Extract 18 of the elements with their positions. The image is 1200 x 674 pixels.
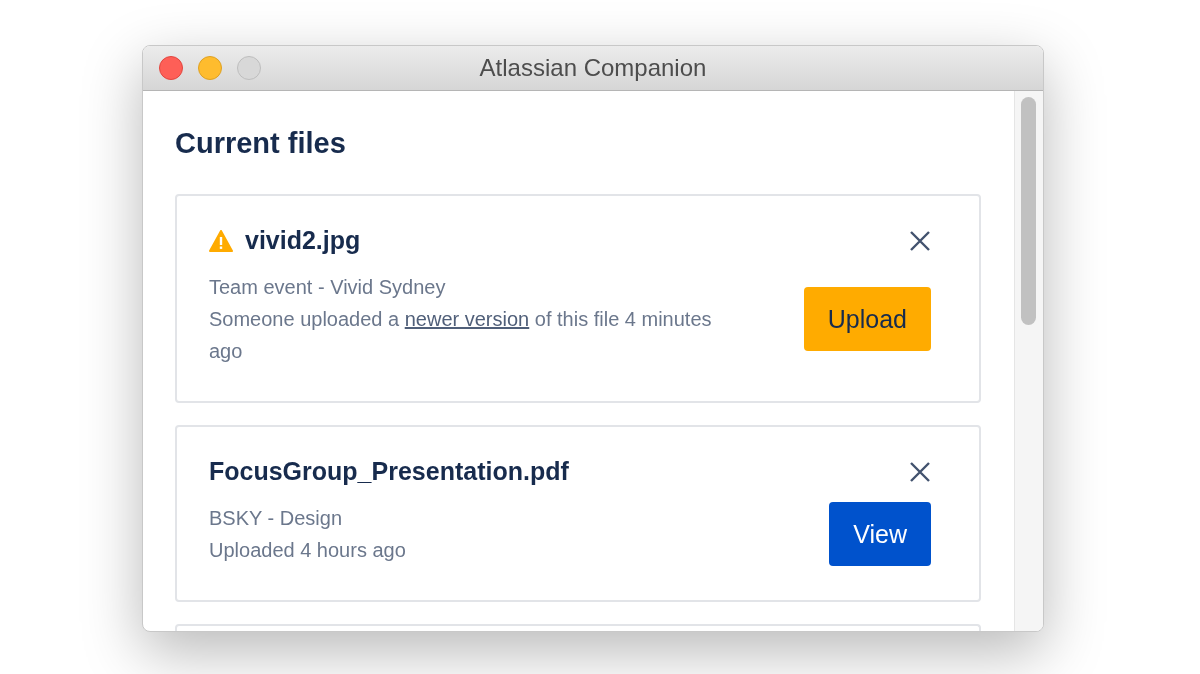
file-detail: BSKY - Design	[209, 506, 344, 531]
close-icon[interactable]	[909, 460, 931, 483]
newer-version-link[interactable]: newer version	[404, 308, 530, 330]
file-name: FocusGroup_Presentation.pdf	[209, 457, 569, 486]
upload-button[interactable]: Upload	[803, 287, 931, 351]
file-detail: Team event - Vivid Sydney	[209, 275, 447, 300]
section-heading: Current files	[175, 127, 347, 160]
window-title: Atlassian Companion	[479, 54, 707, 82]
scrollbar[interactable]	[1014, 91, 1043, 631]
file-detail: Uploaded 4 hours ago	[209, 538, 406, 563]
file-name: vivid2.jpg	[245, 226, 361, 255]
view-button[interactable]: View	[829, 502, 931, 566]
zoom-window-button[interactable]	[237, 56, 261, 80]
close-window-button[interactable]	[159, 56, 183, 80]
close-icon[interactable]	[909, 229, 931, 252]
scrollbar-thumb[interactable]	[1021, 97, 1036, 325]
file-detail: Someone uploaded a newer version of this file 4 minutes ago	[209, 307, 713, 364]
minimize-window-button[interactable]	[198, 56, 222, 80]
